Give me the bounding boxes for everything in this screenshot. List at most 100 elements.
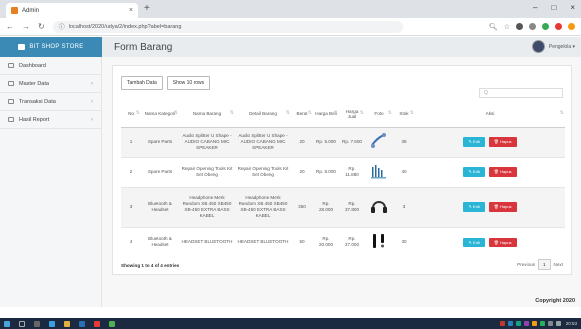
cell-harga-jual: Rp. 37.800 [339,186,365,227]
sort-icon: ⇅ [559,110,564,116]
close-window-button[interactable]: × [570,3,575,12]
edit-button[interactable]: ✎ Edit [463,137,485,147]
windows-start-icon[interactable] [4,320,10,327]
volume-icon[interactable] [555,321,561,326]
forward-arrow-icon[interactable]: → [22,22,30,31]
sidebar-item-master-data[interactable]: Master Data ‹ [0,75,101,93]
info-icon[interactable]: ⓘ [59,22,65,31]
address-bar-row: ← → ↻ ⓘ localhost/2020/udya/2/index.php?… [0,18,581,36]
sort-icon: ⇅ [135,110,140,116]
cell-foto [365,156,393,187]
copyright-text: Copyright 2020 [535,298,575,304]
edit-button[interactable]: ✎ Edit [463,202,485,212]
sort-icon: ⇅ [229,110,234,116]
edit-button[interactable]: ✎ Edit [463,167,485,177]
extension-icon[interactable] [542,23,549,30]
task-view-icon[interactable] [34,320,40,327]
tab-close-icon[interactable]: × [129,7,133,14]
add-data-button[interactable]: Tambah Data [121,76,163,90]
star-icon[interactable]: ☆ [504,23,510,31]
table-info: Showing 1 to 4 of 4 entries [121,263,180,268]
extension-icon[interactable] [555,23,562,30]
edge-browser-icon[interactable] [49,320,55,327]
back-arrow-icon[interactable]: ← [6,22,14,31]
column-header[interactable]: Aksi ⇅ [415,102,565,128]
app-icon[interactable] [79,320,85,327]
clock[interactable]: 20:53 [566,321,577,326]
user-menu[interactable]: Pengelola ▾ [531,40,575,53]
reload-icon[interactable]: ↻ [38,22,45,31]
delete-button[interactable]: 🗑 Hapus [488,237,517,247]
report-icon [8,117,14,122]
column-header[interactable]: Harga Beli ⇅ [313,102,339,128]
delete-button[interactable]: 🗑 Hapus [488,202,517,212]
next-page-button[interactable]: Next [554,262,563,267]
sidebar-item-transaksi-data[interactable]: Transaksi Data ‹ [0,93,101,111]
cell-foto [365,126,393,157]
delete-button[interactable]: 🗑 Hapus [488,167,517,177]
sidebar-item-label: Master Data [19,80,49,87]
new-tab-button[interactable]: + [144,3,150,14]
sort-icon: ⇅ [333,110,338,116]
os-taskbar: 20:53 [0,318,581,329]
extensions-area: 🔍︎ ☆ [489,23,575,31]
search-icon[interactable] [19,320,25,327]
cell-foto [365,186,393,227]
extension-icon[interactable] [516,23,523,30]
edit-button[interactable]: ✎ Edit [463,237,485,247]
cell-no: 4 [121,226,141,257]
table-row: 3 Bluetooth & Headset Headphone Merk Ran… [121,186,565,227]
column-header[interactable]: Nama Kategori ⇅ [141,102,179,128]
chevron-left-icon: ‹ [91,116,93,123]
search-input[interactable]: Q [479,88,563,98]
wifi-icon[interactable] [547,321,553,326]
page-1-button[interactable]: 1 [537,259,551,270]
previous-page-button[interactable]: Previous [517,262,535,267]
tray-icon[interactable] [539,321,545,326]
cell-stok: 30 [393,226,415,257]
column-header[interactable]: Berat ⇅ [291,102,313,128]
cell-berat: 350 [291,186,313,227]
zoom-icon[interactable]: 🔍︎ [489,23,498,31]
tray-icon[interactable] [531,321,537,326]
cell-nama: Headphone Merk Random XB 450 XB450 XB-45… [179,186,235,227]
barang-table: No ⇅ Nama Kategori ⇅ Nama Barang ⇅ Detail B… [121,102,565,257]
extension-icon[interactable] [529,23,536,30]
column-header[interactable]: Nama Barang ⇅ [179,102,235,128]
column-header[interactable]: Foto ⇅ [365,102,393,128]
cell-kategori: Spare Parts [141,156,179,187]
profile-avatar-icon[interactable] [568,23,575,30]
main-content: Tambah Data Show 10 rows Q No ⇅ Nama Kate… [102,57,581,307]
page-title: Form Barang [114,41,173,53]
cell-berat: 20 [291,126,313,157]
sidebar-item-hasil-report[interactable]: Hasil Report ‹ [0,111,101,129]
url-input[interactable]: ⓘ localhost/2020/udya/2/index.php?abel=b… [52,20,403,33]
show-rows-button[interactable]: Show 10 rows [166,76,211,90]
sidebar-item-dashboard[interactable]: Dashboard [0,57,101,75]
maximize-button[interactable]: □ [551,3,556,12]
cell-stok: 40 [393,156,415,187]
tray-icon[interactable] [507,321,513,326]
minimize-button[interactable]: – [533,3,537,12]
file-explorer-icon[interactable] [64,320,70,327]
app-header: Form Barang Pengelola ▾ [102,37,581,57]
browser-tab[interactable]: Admin × [6,3,138,18]
column-header[interactable]: Harga Jual ⇅ [339,102,365,128]
cell-no: 2 [121,156,141,187]
app-brand[interactable]: BIT SHOP STORE [0,37,102,57]
table-header-row: No ⇅ Nama Kategori ⇅ Nama Barang ⇅ Detail B… [121,102,565,128]
sort-icon: ⇅ [359,110,364,116]
column-header[interactable]: Detail Barang ⇅ [235,102,291,128]
cell-nama: Repair Opening Tools Kit Set Obeng [179,156,235,187]
column-header[interactable]: No ⇅ [121,102,141,128]
tray-icon[interactable] [523,321,529,326]
sidebar-item-label: Hasil Report [19,116,50,123]
tray-icon[interactable] [499,321,505,326]
app-icon[interactable] [94,320,100,327]
app-icon[interactable] [109,320,115,327]
column-header[interactable]: Stok ⇅ [393,102,415,128]
cell-kategori: Spare Parts [141,126,179,157]
delete-button[interactable]: 🗑 Hapus [488,137,517,147]
cell-no: 3 [121,186,141,227]
tray-icon[interactable] [515,321,521,326]
